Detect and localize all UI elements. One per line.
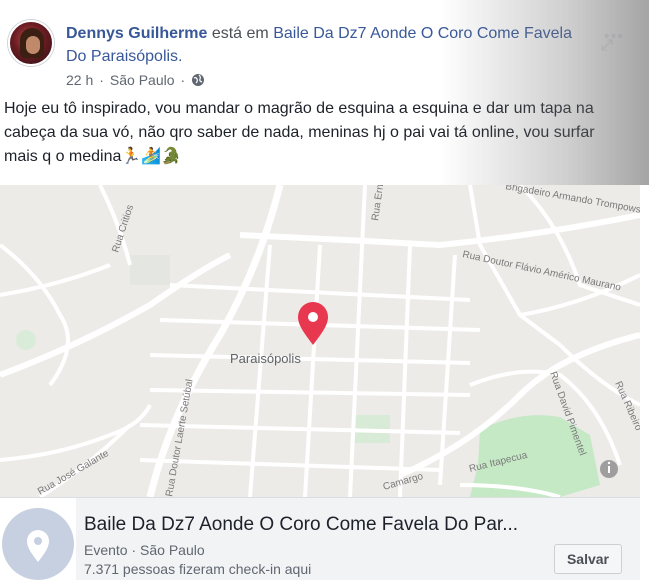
card-subtitle: Evento · São Paulo: [84, 542, 205, 558]
connector-text: está em: [207, 25, 274, 42]
card-location: São Paulo: [140, 542, 205, 558]
park-area: [16, 330, 36, 350]
avatar[interactable]: [8, 20, 54, 66]
post-time[interactable]: 22 h: [66, 72, 93, 88]
post-meta: 22 h · São Paulo ·: [66, 72, 205, 88]
location-pin-icon: [2, 508, 74, 580]
card-title[interactable]: Baile Da Dz7 Aonde O Coro Come Favela Do…: [84, 514, 554, 536]
post-header: Dennys Guilherme está em Baile Da Dz7 Ao…: [66, 22, 586, 68]
meta-separator: ·: [180, 72, 186, 88]
post-body-text: Hoje eu tô inspirado, vou mandar o magrã…: [4, 100, 595, 165]
info-icon[interactable]: [600, 460, 618, 478]
card-separator: ·: [131, 542, 137, 558]
district-label: Paraisópolis: [230, 351, 301, 366]
place-card[interactable]: Baile Da Dz7 Aonde O Coro Come Favela Do…: [0, 497, 640, 580]
park-area: [130, 255, 170, 285]
author-name[interactable]: Dennys Guilherme: [66, 25, 207, 42]
expand-icon[interactable]: [600, 38, 614, 52]
facebook-post: Dennys Guilherme está em Baile Da Dz7 Ao…: [0, 0, 649, 580]
card-thumbnail: [0, 498, 76, 580]
globe-icon: [192, 74, 205, 86]
post-location[interactable]: São Paulo: [110, 72, 175, 88]
checkin-count: 7.371 pessoas fizeram check-in aqui: [84, 561, 312, 577]
save-button[interactable]: Salvar: [554, 544, 622, 574]
meta-separator: ·: [99, 72, 104, 88]
map-canvas: Rua Critios Rua Ern Brigadeiro Armando T…: [0, 185, 640, 497]
card-category: Evento: [84, 542, 128, 558]
avatar-face: [26, 36, 40, 54]
map-preview[interactable]: Rua Critios Rua Ern Brigadeiro Armando T…: [0, 185, 640, 497]
